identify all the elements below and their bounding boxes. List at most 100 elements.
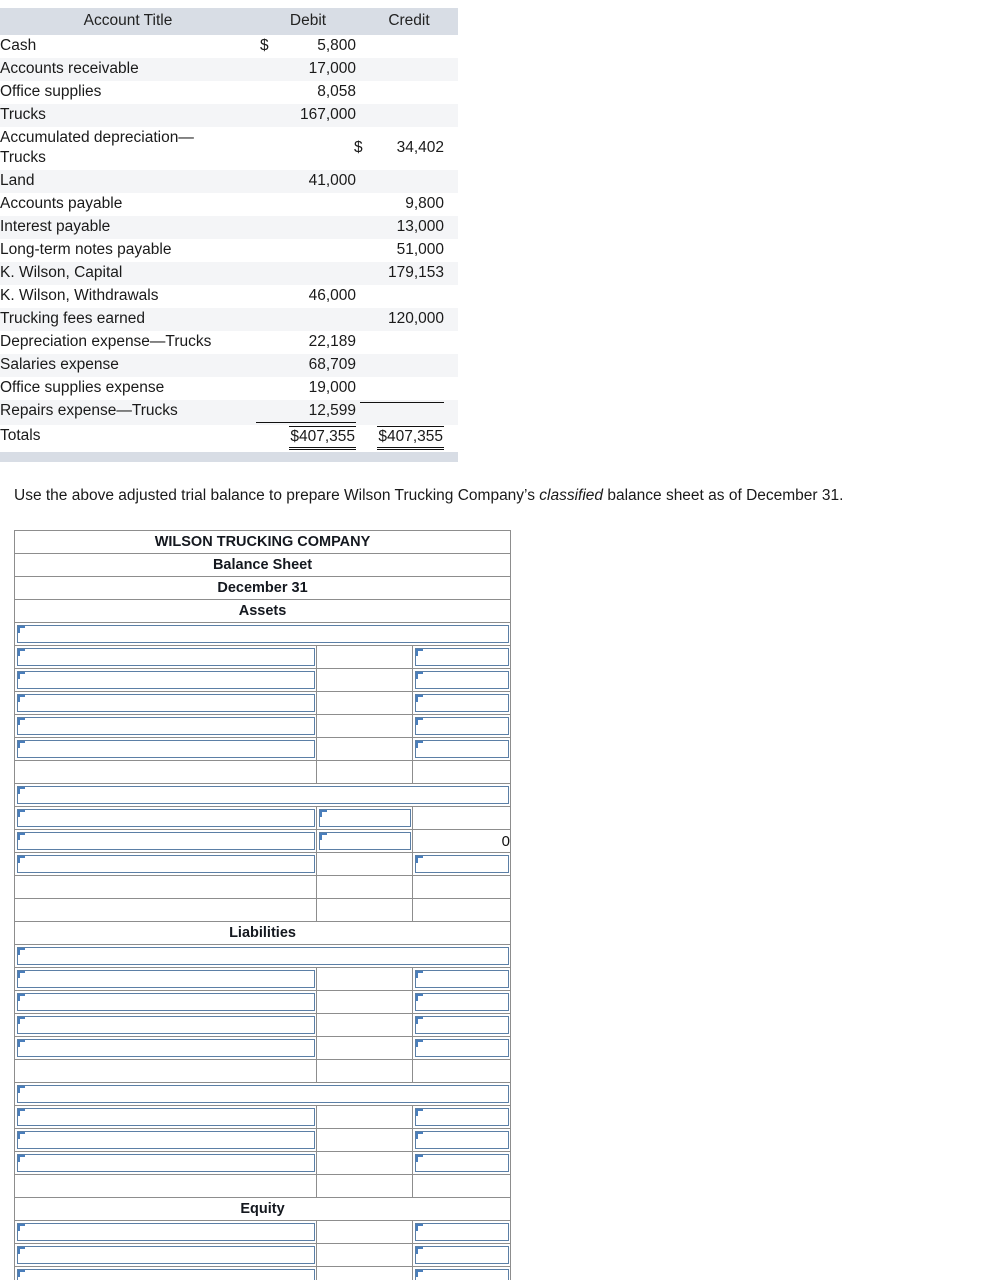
- dropdown-field[interactable]: [16, 855, 315, 873]
- liabilities-amount-col1-4[interactable]: [316, 1036, 413, 1060]
- input-field[interactable]: [414, 1246, 509, 1264]
- liabilities-amount-col2-3[interactable]: [411, 1013, 512, 1037]
- assets-line-label-2[interactable]: [14, 668, 317, 692]
- assets-amount-col2-8[interactable]: [411, 852, 512, 876]
- input-field[interactable]: [414, 717, 509, 735]
- assets-amount-col2-4[interactable]: [411, 714, 512, 738]
- dropdown-field[interactable]: [16, 740, 315, 758]
- liabilities-group-label-cell-2[interactable]: [13, 1082, 512, 1106]
- input-field[interactable]: [414, 1039, 509, 1057]
- assets-amount-col2-3[interactable]: [411, 691, 512, 715]
- dropdown-field[interactable]: [16, 1039, 315, 1057]
- equity-line-label-1[interactable]: [14, 1220, 317, 1244]
- input-field[interactable]: [414, 740, 509, 758]
- dropdown-field[interactable]: [16, 1246, 315, 1264]
- dropdown-field[interactable]: [16, 1131, 315, 1149]
- assets-amount-col1-6[interactable]: [316, 806, 413, 830]
- dropdown-field[interactable]: [16, 832, 315, 850]
- liabilities-amount-col2-5[interactable]: [411, 1105, 512, 1129]
- dropdown-field[interactable]: [16, 648, 315, 666]
- input-field[interactable]: [414, 1131, 509, 1149]
- equity-line-label-2[interactable]: [14, 1243, 317, 1267]
- assets-amount-col1-4[interactable]: [316, 714, 413, 738]
- equity-amount-col2-1[interactable]: [411, 1220, 512, 1244]
- dropdown-field[interactable]: [16, 1223, 315, 1241]
- liabilities-amount-col1-5[interactable]: [316, 1105, 413, 1129]
- assets-line-label-5[interactable]: [14, 737, 317, 761]
- liabilities-group-label-cell-1[interactable]: [13, 944, 512, 968]
- table-row: Repairs expense—Trucks 12,599: [0, 400, 458, 425]
- input-field[interactable]: [414, 1154, 509, 1172]
- liabilities-line-label-1[interactable]: [14, 967, 317, 991]
- assets-grand-total-cell: [411, 898, 512, 922]
- liabilities-amount-col2-7[interactable]: [411, 1151, 512, 1175]
- assets-amount-col1-7[interactable]: [316, 829, 413, 853]
- liabilities-line-label-3[interactable]: [14, 1013, 317, 1037]
- dropdown-field[interactable]: [16, 970, 315, 988]
- liabilities-amount-col1-6[interactable]: [316, 1128, 413, 1152]
- equity-line-label-3[interactable]: [14, 1266, 317, 1280]
- liabilities-amount-col2-4[interactable]: [411, 1036, 512, 1060]
- liabilities-line-label-5[interactable]: [14, 1105, 317, 1129]
- liabilities-amount-col1-2[interactable]: [316, 990, 413, 1014]
- assets-amount-col2-2[interactable]: [411, 668, 512, 692]
- dropdown-field[interactable]: [16, 671, 315, 689]
- liabilities-amount-col1-1[interactable]: [316, 967, 413, 991]
- dropdown-field[interactable]: [16, 947, 509, 965]
- assets-line-label-8[interactable]: [14, 852, 317, 876]
- input-field[interactable]: [318, 809, 411, 827]
- assets-amount-col1-5[interactable]: [316, 737, 413, 761]
- liabilities-line-label-4[interactable]: [14, 1036, 317, 1060]
- dropdown-field[interactable]: [16, 809, 315, 827]
- liabilities-amount-col2-2[interactable]: [411, 990, 512, 1014]
- liabilities-amount-col2-1[interactable]: [411, 967, 512, 991]
- assets-amount-col2-5[interactable]: [411, 737, 512, 761]
- dropdown-field[interactable]: [16, 1016, 315, 1034]
- equity-amount-col1-3[interactable]: [316, 1266, 413, 1280]
- dropdown-field[interactable]: [16, 1085, 509, 1103]
- assets-amount-col2-1[interactable]: [411, 645, 512, 669]
- equity-amount-col2-2[interactable]: [411, 1243, 512, 1267]
- dropdown-field[interactable]: [16, 625, 509, 643]
- dropdown-field[interactable]: [16, 1269, 315, 1280]
- assets-amount-col1-2[interactable]: [316, 668, 413, 692]
- liabilities-line-label-2[interactable]: [14, 990, 317, 1014]
- assets-line-label-1[interactable]: [14, 645, 317, 669]
- liabilities-amount-col1-3[interactable]: [316, 1013, 413, 1037]
- assets-line-label-4[interactable]: [14, 714, 317, 738]
- dropdown-field[interactable]: [16, 1108, 315, 1126]
- input-field[interactable]: [414, 970, 509, 988]
- assets-subtotal-value[interactable]: 0: [411, 829, 512, 853]
- assets-amount-col1-1[interactable]: [316, 645, 413, 669]
- input-field[interactable]: [414, 1223, 509, 1241]
- assets-line-label-6[interactable]: [14, 806, 317, 830]
- assets-group-label-cell-1[interactable]: [13, 622, 512, 646]
- assets-amount-col1-8[interactable]: [316, 852, 413, 876]
- liabilities-amount-col1-7[interactable]: [316, 1151, 413, 1175]
- input-field[interactable]: [318, 832, 411, 850]
- dropdown-field[interactable]: [16, 1154, 315, 1172]
- assets-line-label-7[interactable]: [14, 829, 317, 853]
- assets-line-label-3[interactable]: [14, 691, 317, 715]
- assets-amount-col2-6[interactable]: [411, 806, 512, 830]
- equity-amount-col1-2[interactable]: [316, 1243, 413, 1267]
- input-field[interactable]: [414, 694, 509, 712]
- liabilities-line-label-7[interactable]: [14, 1151, 317, 1175]
- input-field[interactable]: [414, 1269, 509, 1280]
- dropdown-field[interactable]: [16, 717, 315, 735]
- input-field[interactable]: [414, 993, 509, 1011]
- dropdown-field[interactable]: [16, 786, 509, 804]
- equity-amount-col1-1[interactable]: [316, 1220, 413, 1244]
- liabilities-line-label-6[interactable]: [14, 1128, 317, 1152]
- dropdown-field[interactable]: [16, 694, 315, 712]
- input-field[interactable]: [414, 855, 509, 873]
- assets-group-label-cell-2[interactable]: [13, 783, 512, 807]
- assets-amount-col1-3[interactable]: [316, 691, 413, 715]
- input-field[interactable]: [414, 1016, 509, 1034]
- liabilities-amount-col2-6[interactable]: [411, 1128, 512, 1152]
- equity-amount-col2-3[interactable]: [411, 1266, 512, 1280]
- input-field[interactable]: [414, 671, 509, 689]
- dropdown-field[interactable]: [16, 993, 315, 1011]
- input-field[interactable]: [414, 1108, 509, 1126]
- input-field[interactable]: [414, 648, 509, 666]
